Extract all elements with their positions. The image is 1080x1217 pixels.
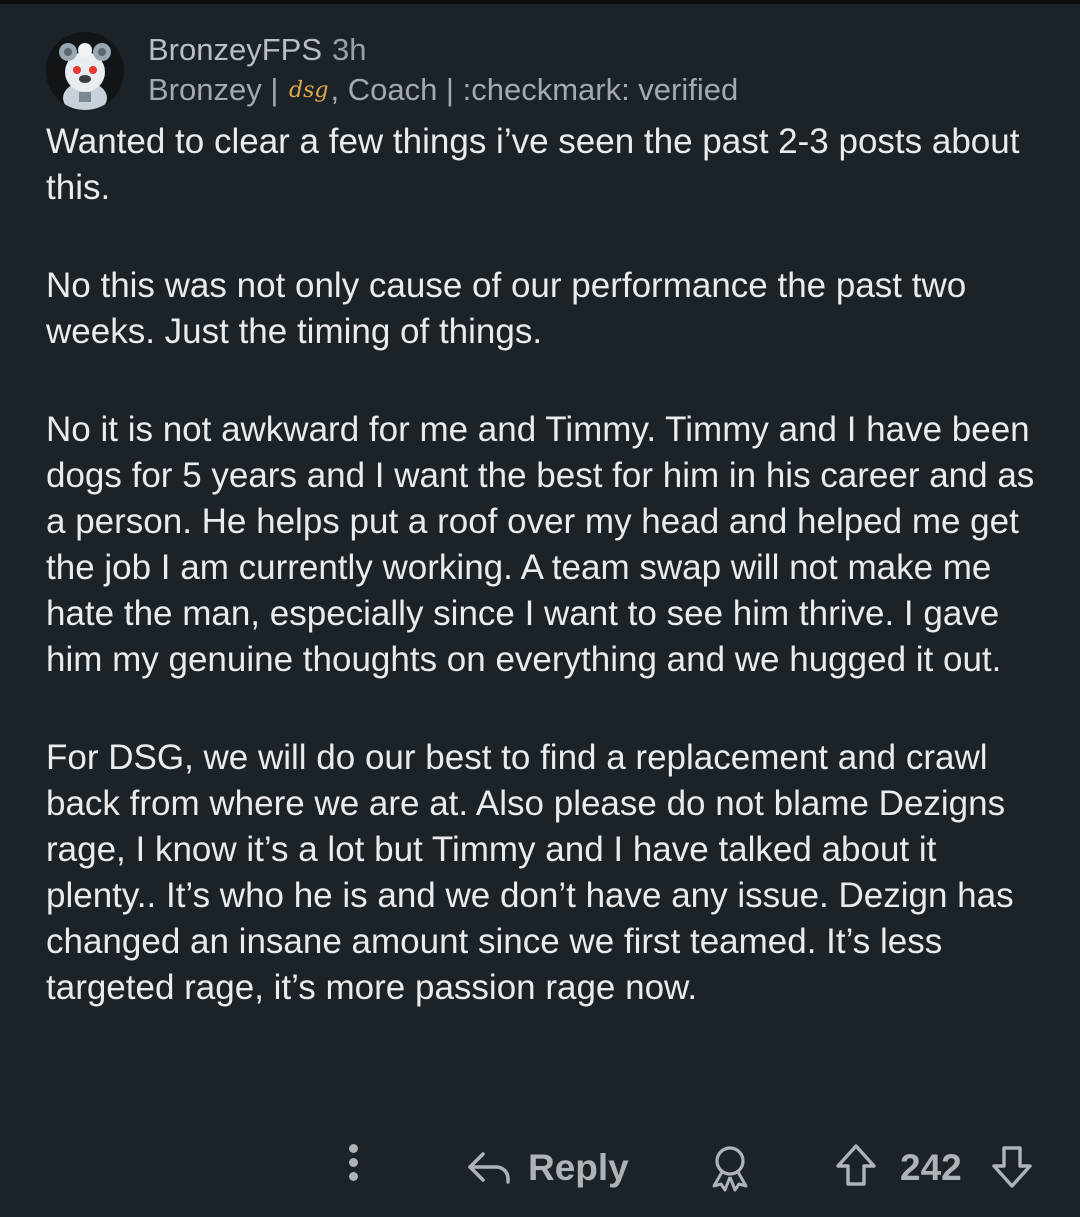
reply-arrow-icon	[468, 1152, 510, 1184]
comment-paragraph: For DSG, we will do our best to find a r…	[46, 738, 1014, 1007]
vote-score: 242	[900, 1147, 962, 1188]
snoo-avatar-icon	[46, 32, 124, 110]
timestamp: 3h	[332, 32, 367, 67]
comment-actions: Reply 242	[0, 1138, 1080, 1198]
upvote-arrow-icon[interactable]	[834, 1142, 878, 1195]
award-icon[interactable]	[704, 1144, 756, 1197]
comment-paragraph: Wanted to clear a few things i’ve seen t…	[46, 122, 1020, 207]
user-avatar[interactable]	[46, 32, 124, 110]
comment-paragraph: No it is not awkward for me and Timmy. T…	[46, 410, 1035, 679]
username[interactable]: BronzeyFPS	[148, 32, 322, 67]
flair-suffix: , Coach | :checkmark: verified	[330, 72, 739, 107]
comment-body: Wanted to clear a few things i’ve seen t…	[46, 119, 1046, 1063]
comment: BronzeyFPS 3h Bronzey | dsg, Coach | :che…	[0, 0, 1080, 1217]
reply-label: Reply	[528, 1147, 629, 1188]
more-vertical-icon[interactable]	[344, 1144, 362, 1190]
reply-button[interactable]: Reply	[466, 1142, 629, 1194]
author-line: BronzeyFPS 3h	[148, 32, 367, 68]
comment-paragraph: No this was not only cause of our perfor…	[46, 266, 967, 351]
user-flair: Bronzey | dsg, Coach | :checkmark: verif…	[148, 72, 738, 112]
flair-emoji: dsg	[289, 78, 329, 103]
downvote-arrow-icon[interactable]	[990, 1142, 1034, 1195]
flair-prefix: Bronzey |	[148, 72, 288, 107]
